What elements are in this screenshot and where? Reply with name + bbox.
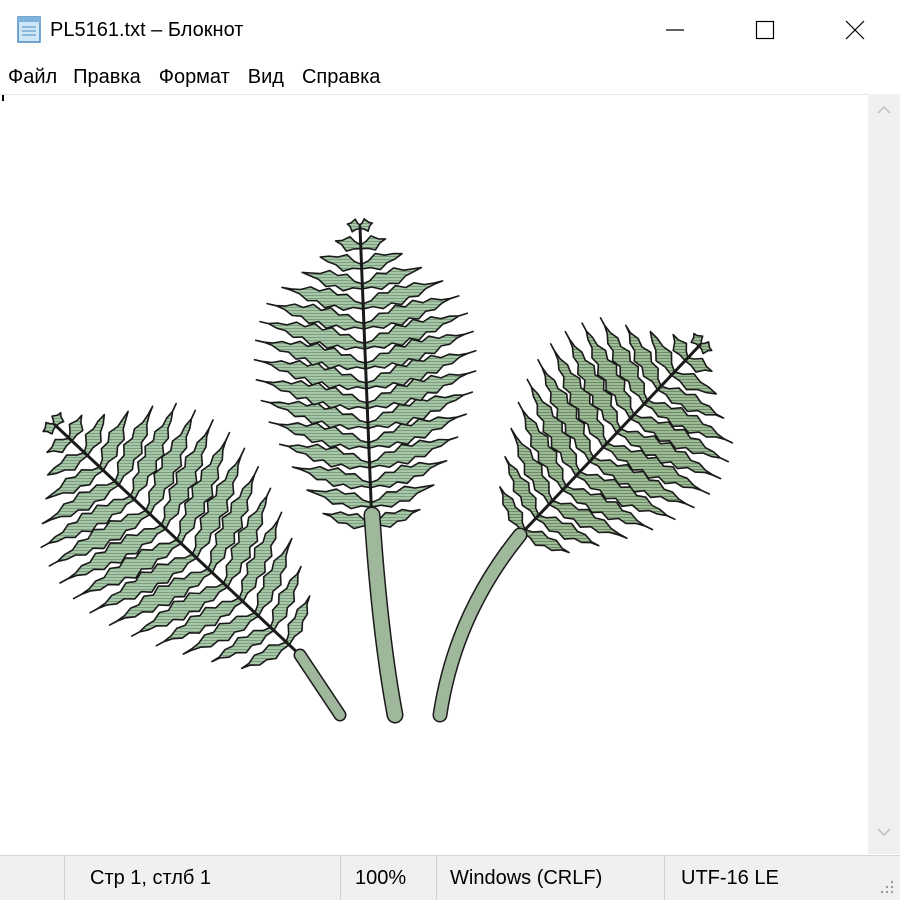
line-ending: Windows (CRLF): [450, 866, 603, 889]
status-separator: [436, 856, 437, 900]
fern-leaflet: [306, 488, 373, 510]
resize-grip-icon[interactable]: [876, 876, 896, 896]
scroll-down-button[interactable]: [868, 824, 900, 848]
encoding: UTF-16 LE: [681, 866, 779, 889]
status-separator: [64, 856, 65, 900]
notepad-icon: [17, 16, 41, 43]
status-separator: [340, 856, 341, 900]
fern-leaflet: [46, 437, 73, 454]
fern-leaflet: [672, 333, 690, 362]
menu-edit[interactable]: Правка: [73, 63, 141, 91]
menu-format[interactable]: Формат: [159, 63, 230, 91]
vertical-scrollbar[interactable]: [868, 94, 900, 854]
fern-leaflet: [68, 414, 84, 442]
chevron-down-icon: [877, 828, 891, 837]
scroll-up-button[interactable]: [868, 102, 900, 126]
menu-help[interactable]: Справка: [302, 63, 380, 91]
status-separator: [664, 856, 665, 900]
fern-leaflet: [359, 235, 387, 251]
fern-leaflet: [684, 356, 713, 373]
fern-leaflet: [278, 443, 372, 470]
fern-leaves-illustration: [40, 218, 734, 724]
window-title: PL5161.txt – Блокнот: [50, 19, 244, 41]
fern-leaflet: [319, 253, 363, 272]
fern-leaflet: [360, 252, 403, 271]
minimize-icon: [666, 29, 684, 31]
close-button[interactable]: [810, 0, 900, 60]
maximize-button[interactable]: [720, 0, 810, 60]
maximize-icon: [755, 20, 775, 40]
fern-stem: [365, 508, 402, 722]
fern-leaflet: [698, 341, 713, 355]
menu-view[interactable]: Вид: [248, 63, 284, 91]
chevron-up-icon: [877, 105, 891, 114]
zoom-level: 100%: [355, 866, 407, 889]
fern-stem-outline: [432, 527, 528, 723]
fern-leaflet: [369, 484, 435, 509]
text-editor-area[interactable]: [0, 94, 868, 855]
status-bar: Стр 1, стлб 1 100% Windows (CRLF) UTF-16…: [0, 855, 900, 900]
minimize-button[interactable]: [630, 0, 720, 60]
fern-leaflet: [334, 235, 363, 252]
fern-leaflet: [346, 218, 362, 233]
fern-leaflet: [51, 411, 65, 427]
close-icon: [845, 20, 865, 40]
cursor-position: Стр 1, стлб 1: [90, 866, 212, 889]
fern-stem: [295, 650, 345, 720]
menu-bar: Файл Правка Формат Вид Справка: [0, 62, 900, 92]
fern-leaflet: [291, 465, 372, 490]
title-bar: PL5161.txt – Блокнот: [0, 0, 900, 60]
menu-file[interactable]: Файл: [8, 63, 57, 91]
